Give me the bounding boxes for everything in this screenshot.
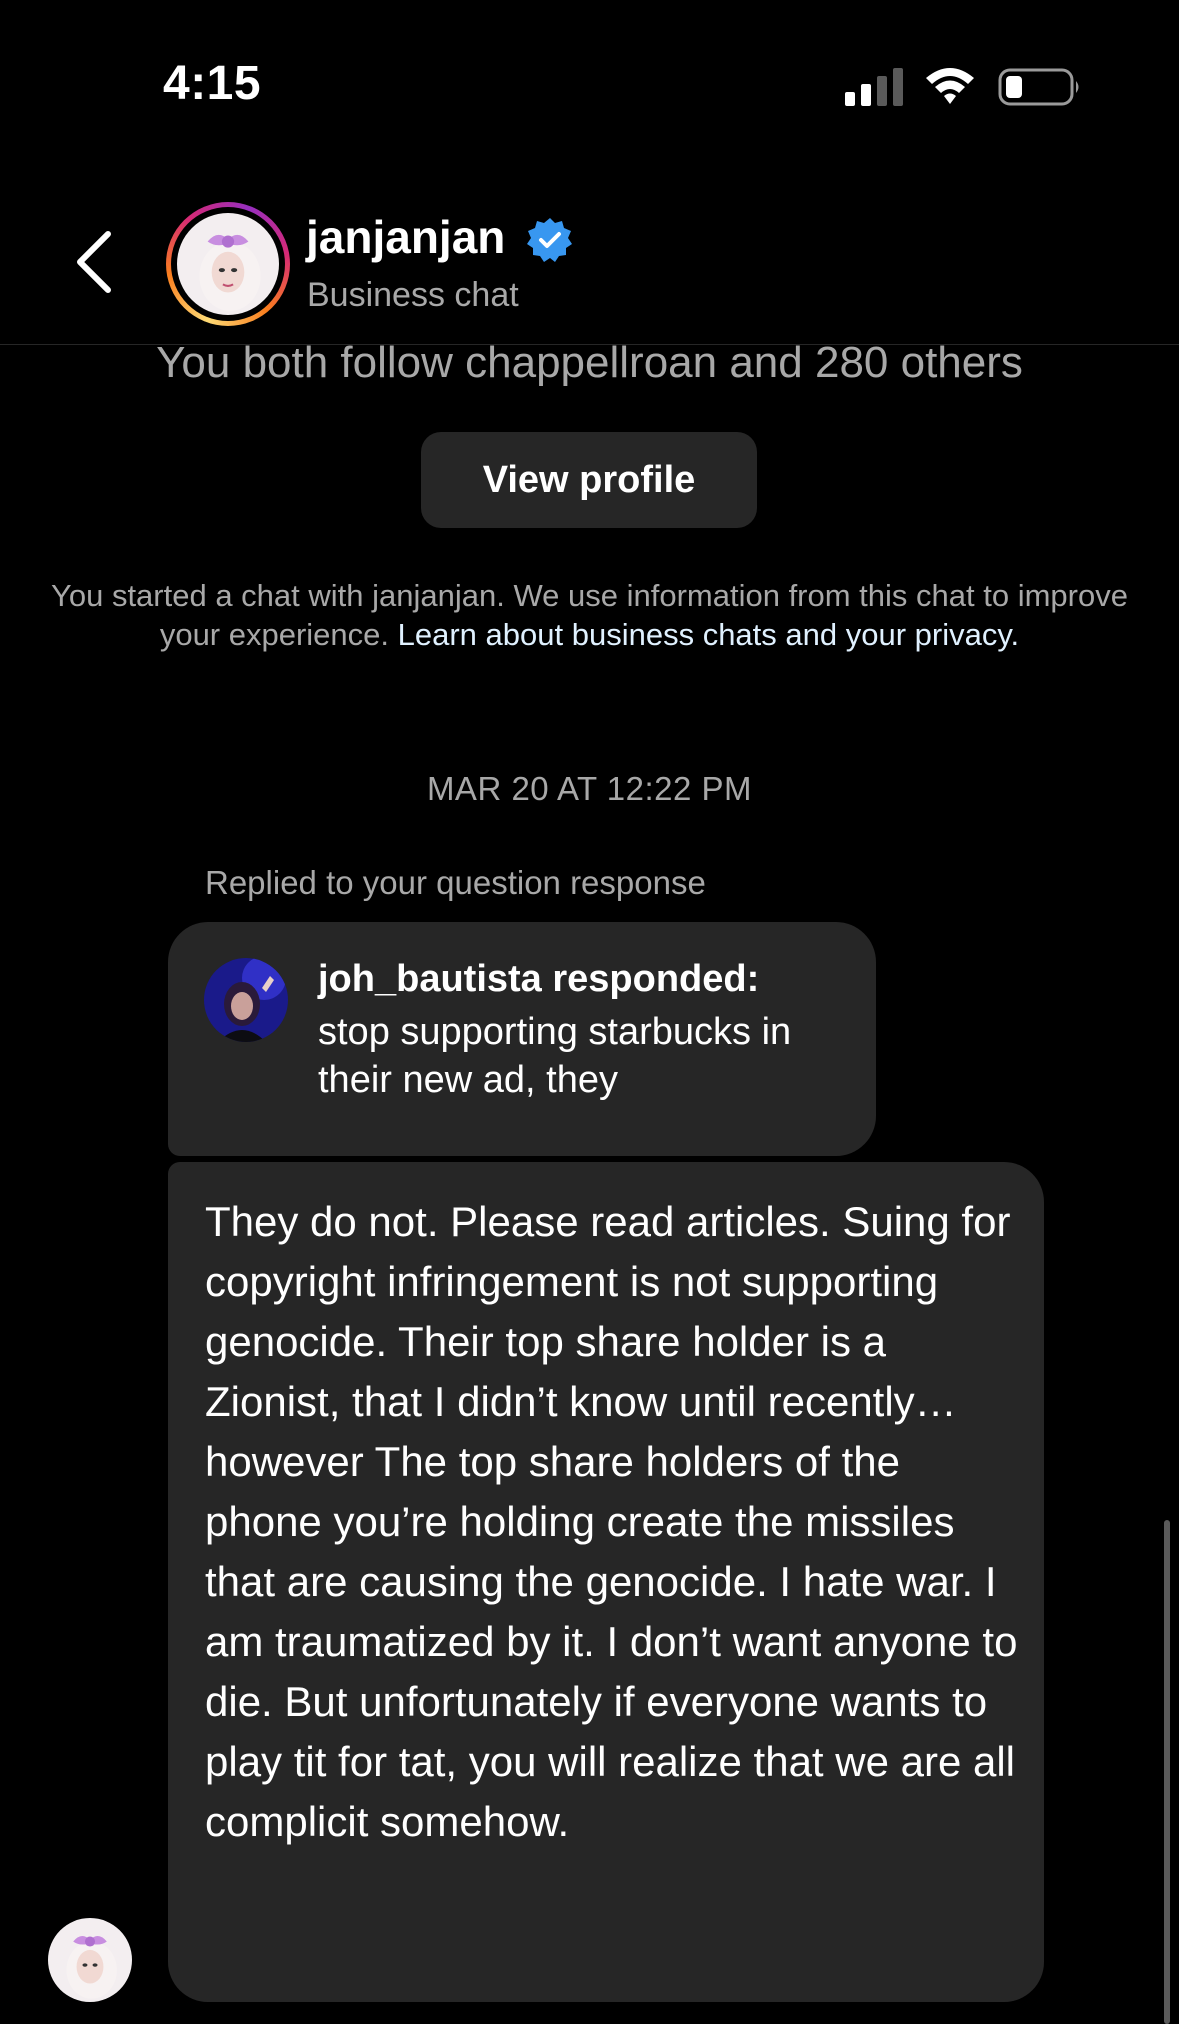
- profile-avatar[interactable]: [166, 202, 290, 326]
- view-profile-button[interactable]: View profile: [421, 432, 757, 528]
- chat-username[interactable]: janjanjan: [306, 210, 505, 264]
- scrollbar[interactable]: [1164, 1520, 1170, 2024]
- mutual-followers-text: You both follow chappellroan and 280 oth…: [156, 338, 1023, 387]
- message-timestamp: MAR 20 AT 12:22 PM: [426, 770, 753, 807]
- responder-avatar-image: [204, 958, 288, 1042]
- battery-icon: [998, 68, 1079, 106]
- avatar-image: [177, 213, 279, 315]
- status-time: 4:15: [163, 57, 262, 110]
- cellular-signal-icon: [845, 68, 903, 106]
- privacy-link[interactable]: Learn about business chats and your priv…: [398, 617, 1020, 652]
- chat-subtitle: Business chat: [307, 276, 519, 314]
- reply-username: joh_bautista responded:: [318, 958, 760, 1000]
- back-arrow-icon[interactable]: [72, 228, 116, 296]
- wifi-icon: [926, 68, 974, 104]
- sender-avatar-image: [48, 1918, 132, 2002]
- responder-avatar: [204, 958, 288, 1042]
- reply-context-label: Replied to your question response: [205, 864, 706, 901]
- business-chat-notice: You started a chat with janjanjan. We us…: [20, 576, 1159, 654]
- reply-text: stop supporting starbucks in their new a…: [318, 1011, 792, 1101]
- verified-badge-icon: [527, 218, 572, 262]
- message-text: They do not. Please read articles. Suing…: [205, 1198, 1018, 1845]
- sender-avatar[interactable]: [48, 1918, 132, 2002]
